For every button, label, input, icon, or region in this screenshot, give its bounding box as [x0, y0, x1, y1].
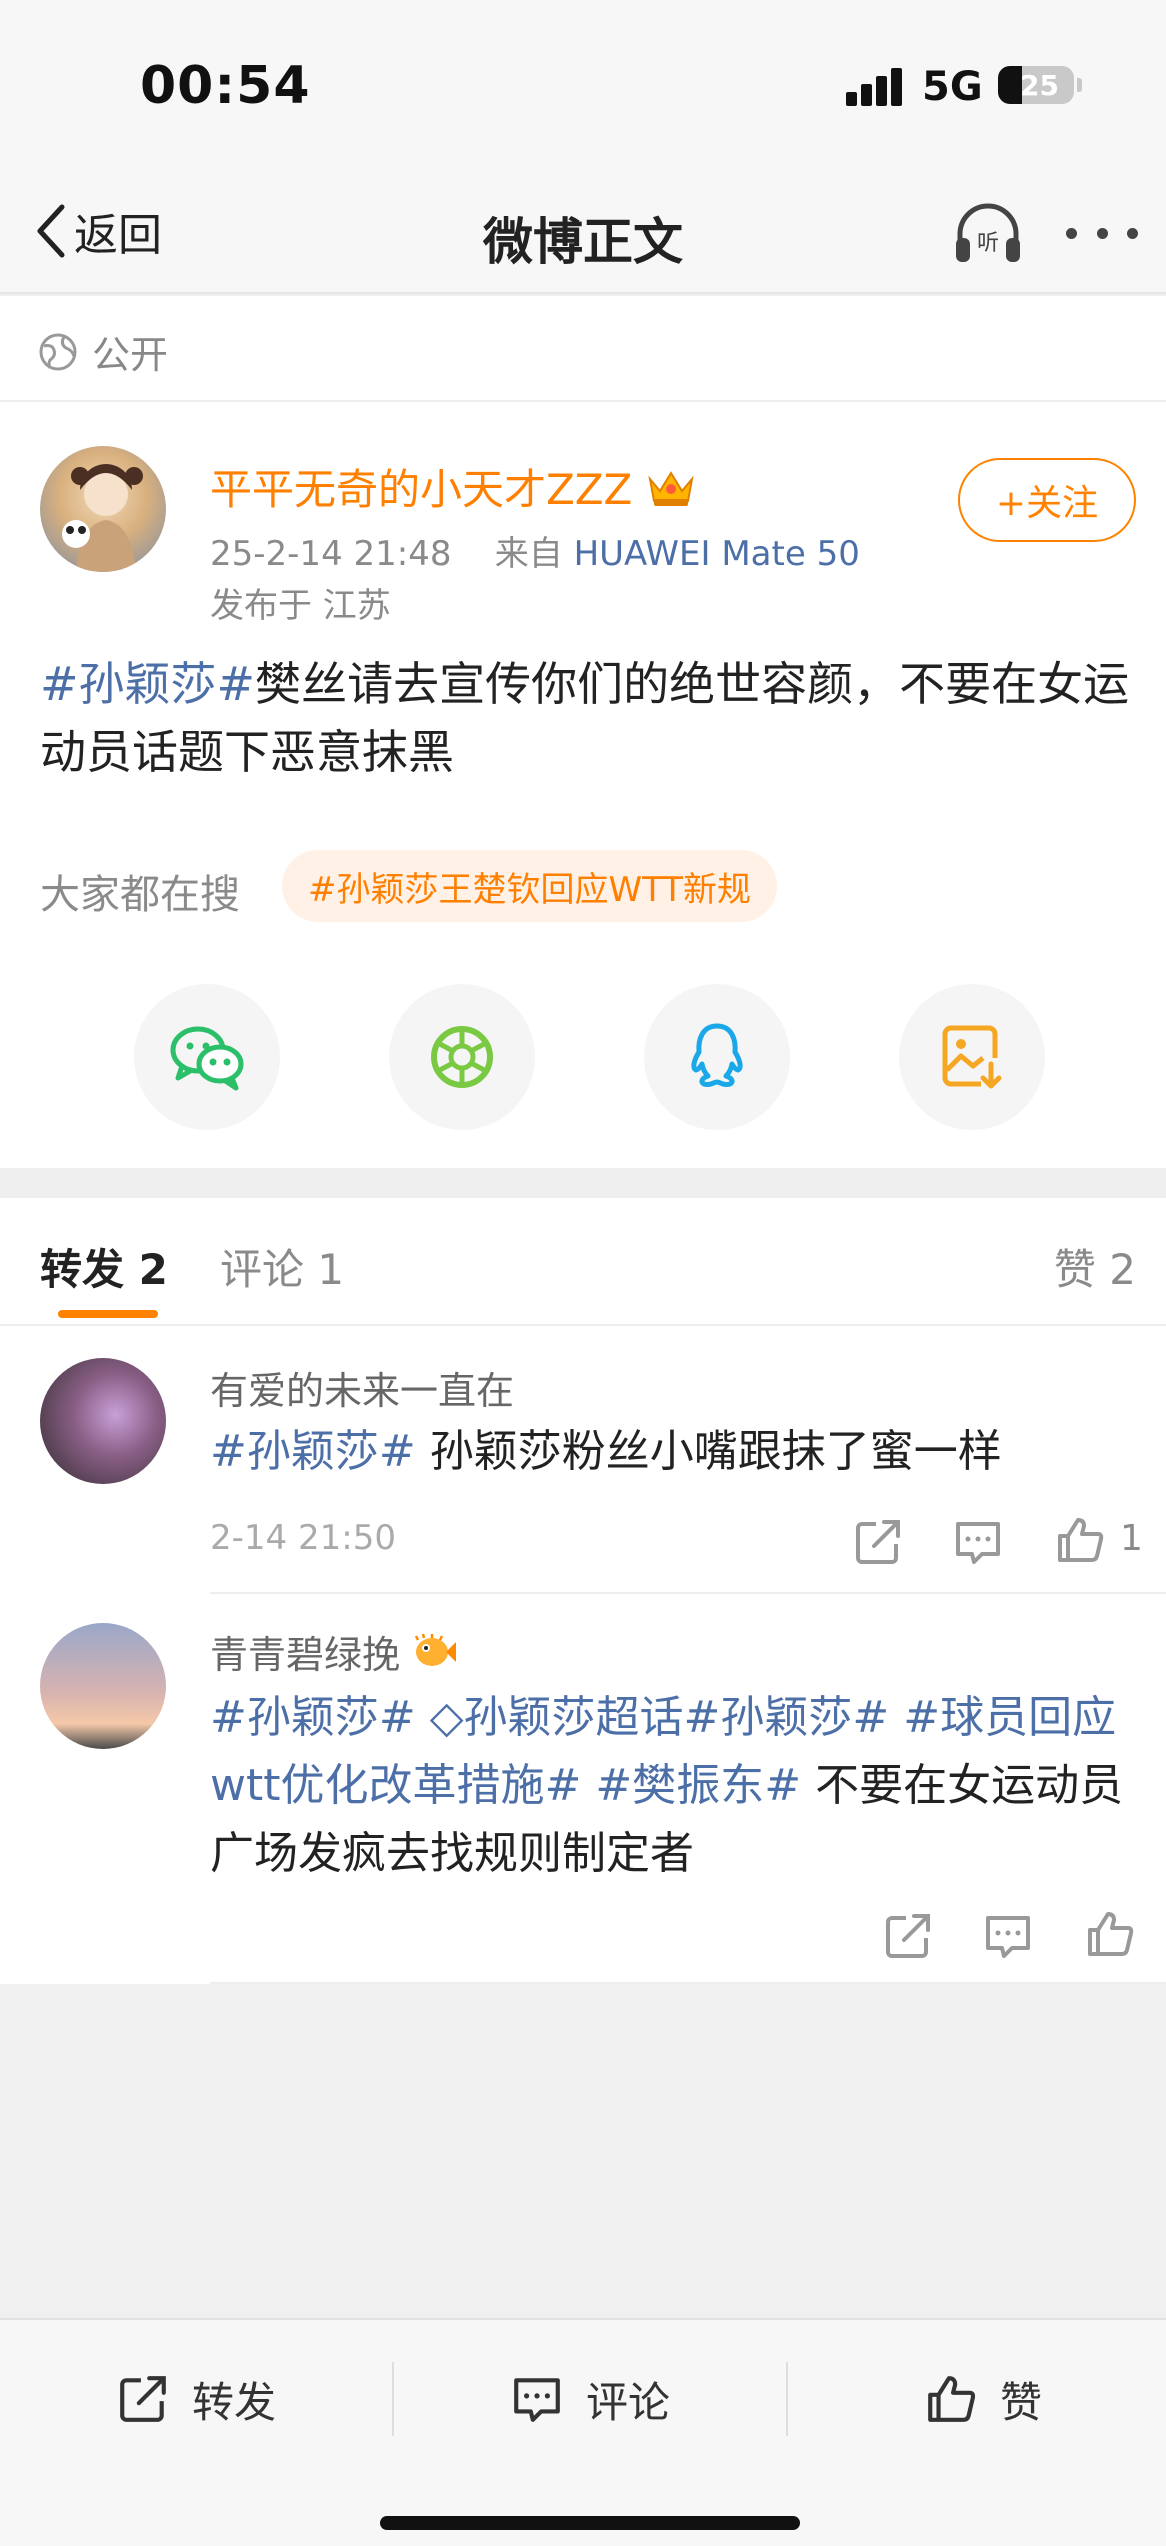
battery-level: 25	[1020, 69, 1059, 102]
device-link[interactable]: HUAWEI Mate 50	[574, 534, 860, 574]
svg-text:听: 听	[977, 231, 999, 256]
repost-comment-icon[interactable]	[982, 1910, 1034, 1962]
divider	[210, 1982, 1166, 1984]
status-bar: 00:54 5G 25	[0, 0, 1166, 170]
globe-icon	[39, 333, 77, 370]
avatar[interactable]	[40, 1358, 166, 1484]
follow-button[interactable]: +关注	[958, 458, 1136, 542]
repost-user-name[interactable]: 青青碧绿挽	[210, 1624, 400, 1679]
repost-share-icon[interactable]	[852, 1516, 904, 1568]
post-card: 公开 平平无奇的小天才ZZZ 25-2-14 21:48 来自 HUAWEI M…	[0, 296, 1166, 1168]
hot-search-chip[interactable]: #孙颖莎王楚钦回应WTT新规	[282, 850, 778, 922]
repost-user-name[interactable]: 有爱的未来一直在	[210, 1360, 514, 1415]
avatar[interactable]	[40, 446, 166, 572]
visibility-row: 公开	[38, 324, 168, 379]
home-indicator[interactable]	[380, 2516, 800, 2530]
like-count: 1	[1120, 1518, 1143, 1559]
tab-bar: 转发 2 评论 1 赞 2	[0, 1198, 1166, 1326]
share-qq-button[interactable]	[644, 984, 790, 1130]
signal-icon	[846, 66, 906, 106]
interaction-section: 转发 2 评论 1 赞 2 有爱的未来一直在 #孙颖莎# 孙颖莎粉丝小嘴跟抹了蜜…	[0, 1198, 1166, 1984]
repost-button[interactable]: 转发	[116, 2364, 276, 2434]
battery-icon: 25	[998, 66, 1082, 104]
post-text: #孙颖莎#樊丝请去宣传你们的绝世容颜，不要在女运动员话题下恶意抹黑	[40, 650, 1130, 786]
pufferfish-badge-icon	[414, 1633, 457, 1666]
avatar[interactable]	[40, 1623, 166, 1749]
from-prefix: 来自	[494, 534, 563, 574]
tab-repost[interactable]: 转发 2	[40, 1236, 168, 1297]
moments-icon	[431, 1026, 493, 1088]
author-name[interactable]: 平平无奇的小天才ZZZ	[210, 456, 698, 517]
share-row	[134, 984, 1045, 1134]
divider	[0, 400, 1166, 402]
repost-user-row: 青青碧绿挽	[210, 1624, 458, 1679]
divider	[210, 1592, 1166, 1594]
hashtag-link[interactable]: #孙颖莎#	[210, 1426, 416, 1477]
nav-bar: 返回 微博正文 听	[0, 170, 1166, 294]
section-gap	[0, 1168, 1166, 1198]
avatar-image	[62, 464, 143, 572]
listen-icon[interactable]: 听	[950, 196, 1026, 272]
crown-badge-icon	[648, 470, 694, 506]
repost-time: 2-14 21:50	[210, 1518, 396, 1558]
network-type: 5G	[922, 64, 983, 110]
save-image-button[interactable]	[899, 984, 1045, 1130]
repost-text: #孙颖莎# ◇孙颖莎超话#孙颖莎# #球员回应wtt优化改革措施# #樊振东# …	[210, 1684, 1140, 1888]
hot-search-label: 大家都在搜	[40, 872, 240, 918]
divider	[392, 2362, 394, 2436]
share-moments-button[interactable]	[389, 984, 535, 1130]
wechat-icon	[170, 1026, 244, 1091]
repost-share-icon[interactable]	[882, 1910, 934, 1962]
repost-like-icon[interactable]	[1084, 1908, 1136, 1960]
qq-icon	[691, 1023, 743, 1088]
share-wechat-button[interactable]	[134, 984, 280, 1130]
bottom-action-bar: 转发 评论 赞	[0, 2318, 1166, 2546]
like-label: 赞	[1000, 2377, 1043, 2427]
post-time: 25-2-14 21:48	[210, 534, 452, 574]
divider	[786, 2362, 788, 2436]
repost-text: #孙颖莎# 孙颖莎粉丝小嘴跟抹了蜜一样	[210, 1418, 1140, 1486]
hashtag-link[interactable]: #孙颖莎#	[40, 657, 255, 711]
tab-like[interactable]: 赞 2	[1054, 1236, 1136, 1297]
author-name-text: 平平无奇的小天才ZZZ	[210, 465, 633, 514]
repost-like-icon[interactable]	[1054, 1514, 1106, 1566]
repost-icon	[120, 2376, 166, 2422]
post-meta: 25-2-14 21:48 来自 HUAWEI Mate 50	[210, 526, 860, 575]
comment-label: 评论	[586, 2377, 671, 2427]
tab-comment[interactable]: 评论 1	[220, 1236, 344, 1297]
more-options-icon[interactable]	[1066, 218, 1138, 248]
comment-icon	[514, 2378, 560, 2422]
repost-text-content: 孙颖莎粉丝小嘴跟抹了蜜一样	[415, 1426, 1002, 1477]
post-location: 发布于 江苏	[210, 586, 391, 626]
like-button[interactable]: 赞	[924, 2364, 1042, 2434]
active-tab-indicator	[58, 1310, 158, 1318]
visibility-label: 公开	[92, 333, 169, 377]
repost-label: 转发	[192, 2377, 277, 2427]
repost-comment-icon[interactable]	[952, 1516, 1004, 1568]
thumbs-up-icon	[928, 2376, 976, 2422]
comment-button[interactable]: 评论	[510, 2364, 670, 2434]
save-image-icon	[942, 1025, 1002, 1089]
clock: 00:54	[140, 56, 311, 116]
